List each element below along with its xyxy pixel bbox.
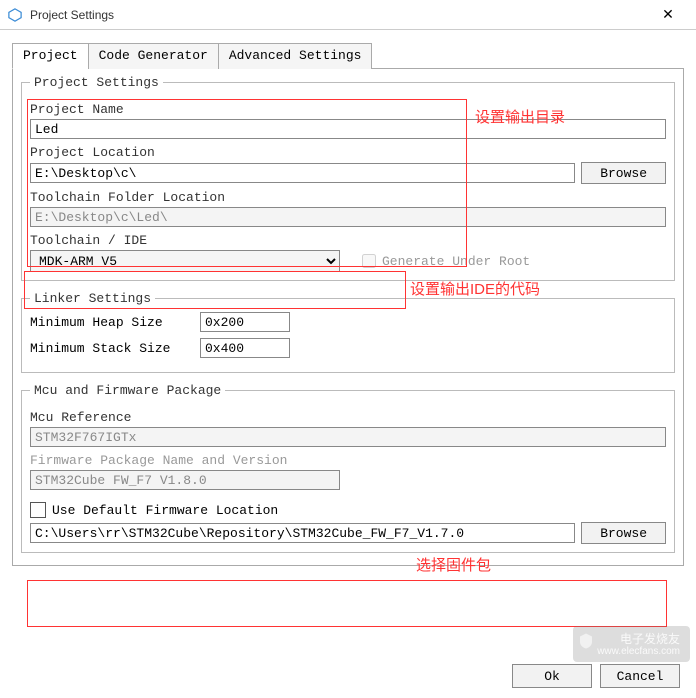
use-default-firmware-label: Use Default Firmware Location [52,503,278,518]
min-stack-input[interactable] [200,338,290,358]
close-icon[interactable]: ✕ [648,6,688,23]
firmware-package-input [30,470,340,490]
watermark-icon [577,632,595,650]
project-settings-legend: Project Settings [30,75,163,90]
use-default-firmware-checkbox[interactable] [30,502,46,518]
tab-project[interactable]: Project [12,43,89,69]
app-icon [8,8,22,22]
toolchain-folder-input [30,207,666,227]
toolchain-ide-label: Toolchain / IDE [30,233,666,248]
min-heap-label: Minimum Heap Size [30,315,200,330]
watermark-line2: www.elecfans.com [597,646,680,658]
ok-button[interactable]: Ok [512,664,592,688]
watermark-line1: 电子发烧友 [597,632,680,646]
linker-settings-legend: Linker Settings [30,291,155,306]
generate-under-root-checkbox [362,254,376,268]
mcu-reference-label: Mcu Reference [30,410,666,425]
use-default-firmware-row[interactable]: Use Default Firmware Location [30,502,666,518]
firmware-path-input[interactable] [30,523,575,543]
min-heap-input[interactable] [200,312,290,332]
generate-under-root-label: Generate Under Root [382,254,530,269]
firmware-package-label: Firmware Package Name and Version [30,453,666,468]
project-settings-group: Project Settings Project Name Project Lo… [21,75,675,281]
tab-bar: Project Code Generator Advanced Settings [12,42,684,69]
dialog-footer: Ok Cancel [512,664,680,688]
mcu-reference-input [30,427,666,447]
watermark: 电子发烧友 www.elecfans.com [573,626,690,662]
tab-panel: Project Settings Project Name Project Lo… [12,69,684,566]
cancel-button[interactable]: Cancel [600,664,680,688]
project-location-input[interactable] [30,163,575,183]
generate-under-root-row: Generate Under Root [362,254,530,269]
linker-settings-group: Linker Settings Minimum Heap Size Minimu… [21,291,675,373]
project-location-label: Project Location [30,145,666,160]
window-title: Project Settings [30,8,648,22]
tab-advanced-settings[interactable]: Advanced Settings [218,43,373,69]
min-stack-label: Minimum Stack Size [30,341,200,356]
annotation-box-3 [27,580,667,627]
project-name-label: Project Name [30,102,666,117]
firmware-browse-button[interactable]: Browse [581,522,666,544]
toolchain-folder-label: Toolchain Folder Location [30,190,666,205]
tab-code-generator[interactable]: Code Generator [88,43,219,69]
titlebar: Project Settings ✕ [0,0,696,30]
project-location-browse-button[interactable]: Browse [581,162,666,184]
toolchain-ide-select[interactable]: MDK-ARM V5 [30,250,340,272]
mcu-firmware-group: Mcu and Firmware Package Mcu Reference F… [21,383,675,553]
mcu-firmware-legend: Mcu and Firmware Package [30,383,225,398]
project-name-input[interactable] [30,119,666,139]
